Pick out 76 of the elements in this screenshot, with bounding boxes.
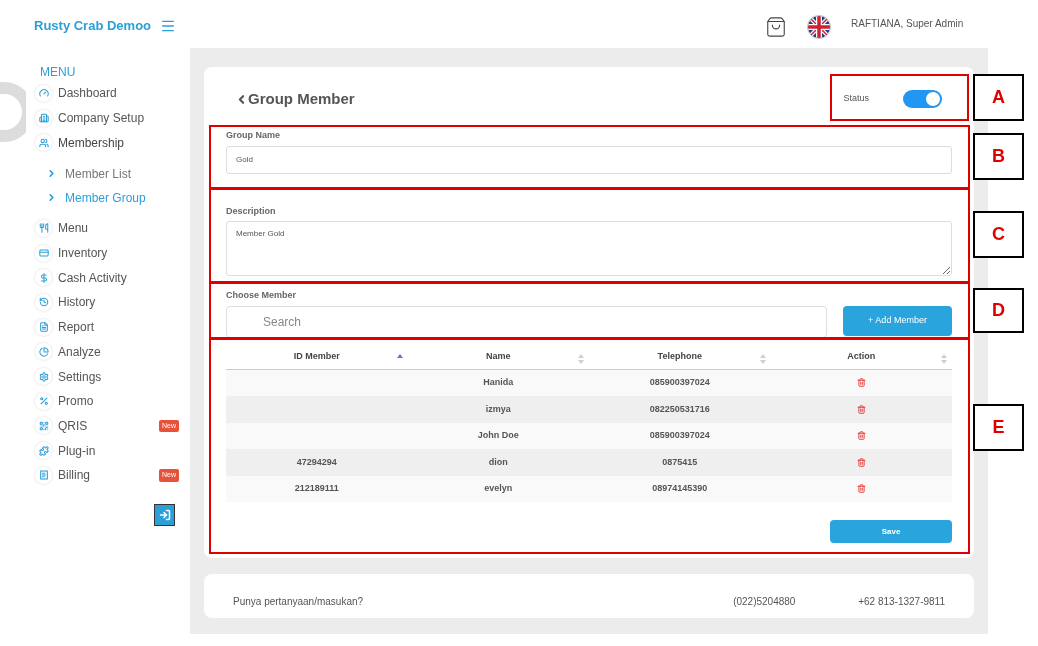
column-header[interactable]: Name: [486, 351, 511, 361]
menu-icon[interactable]: [160, 18, 176, 34]
table-cell: 085900397024: [589, 422, 771, 449]
dollar-icon: [38, 272, 49, 283]
column-header[interactable]: Telephone: [657, 351, 702, 361]
group-name-label: Group Name: [226, 129, 281, 142]
column-header[interactable]: ID Member: [293, 351, 340, 361]
table-cell: evelyn: [407, 475, 589, 502]
table-cell: 085900397024: [589, 369, 771, 396]
table-cell: 0875415: [589, 449, 771, 476]
shopping-bag-icon[interactable]: [765, 16, 787, 38]
phone-number: (022)5204880: [733, 595, 797, 609]
sidebar-item[interactable]: Plug-in: [35, 438, 179, 463]
table-cell: 47294294: [226, 449, 408, 476]
table-cell: Hanida: [407, 369, 589, 396]
sidebar-item[interactable]: Cash Activity: [35, 265, 179, 291]
search-field[interactable]: Search: [226, 305, 827, 338]
status-toggle[interactable]: [903, 90, 942, 108]
delete-icon[interactable]: [856, 457, 866, 467]
sidebar-item[interactable]: Settings: [35, 364, 179, 389]
chevron-icon: [46, 192, 57, 204]
submenu-item[interactable]: Member List: [46, 163, 179, 185]
description-label: Description: [226, 204, 277, 218]
status-label: Status: [843, 92, 869, 106]
utensils-icon: [38, 223, 49, 234]
logout-button[interactable]: [154, 503, 175, 526]
sidebar-item[interactable]: Menu: [35, 216, 179, 241]
table-cell: John Doe: [407, 422, 589, 449]
column-header[interactable]: Action: [847, 351, 876, 361]
choose-member-label: Choose Member: [226, 289, 297, 302]
document-icon: [38, 322, 49, 333]
delete-icon[interactable]: [856, 404, 866, 414]
brand-name: Rusty Crab Demoo: [34, 17, 152, 36]
annotation-label: B: [973, 133, 1024, 180]
settings-icon: [38, 371, 49, 382]
sidebar-item[interactable]: Analyze: [35, 339, 179, 365]
annotation-label: E: [973, 404, 1024, 451]
table-cell: 08974145390: [589, 475, 771, 502]
back-link[interactable]: Group Member: [235, 87, 355, 111]
menu-heading: MENU: [39, 64, 77, 81]
partial-ring-drawing: [0, 80, 26, 144]
delete-icon[interactable]: [856, 431, 866, 441]
history-icon: [38, 297, 49, 308]
users-icon: [38, 137, 49, 148]
receipt-icon: [38, 470, 49, 481]
user-name: RAFTIANA, Super Admin: [851, 17, 964, 31]
flag-icon[interactable]: [807, 15, 831, 39]
feedback-question: Punya pertanyaan/masukan?: [233, 595, 365, 609]
description-field[interactable]: Member Gold: [226, 221, 952, 276]
sidebar-item[interactable]: Company Setup: [35, 105, 179, 131]
qr-code-icon: [38, 420, 49, 431]
table-cell: dion: [407, 449, 589, 476]
mobile-number: +62 813-1327-9811: [858, 595, 945, 609]
sidebar-item[interactable]: History: [35, 290, 179, 315]
sidebar-item[interactable]: Dashboard: [35, 81, 179, 106]
gauge-icon: [38, 88, 49, 99]
annotation-label: C: [973, 211, 1024, 258]
table-cell: 082250531716: [589, 396, 771, 423]
annotation-label: A: [973, 74, 1024, 121]
building-icon: [38, 113, 49, 124]
delete-icon[interactable]: [856, 378, 866, 388]
percent-icon: [38, 396, 49, 407]
table-cell: 212189111: [226, 475, 408, 502]
pie-chart-icon: [38, 346, 49, 357]
puzzle-icon: [38, 445, 49, 456]
sidebar-item[interactable]: Inventory: [35, 240, 179, 266]
chevron-icon: [46, 168, 57, 180]
table-cell: izmya: [407, 396, 589, 423]
annotation-label: D: [973, 288, 1024, 333]
sidebar-item[interactable]: Promo: [35, 388, 179, 414]
delete-icon[interactable]: [856, 484, 866, 494]
sign-in-arrow-icon: [158, 508, 171, 521]
card-icon: [38, 248, 49, 259]
sidebar-item[interactable]: Report: [35, 314, 179, 340]
group-name-field[interactable]: Gold: [226, 145, 952, 174]
sidebar-item[interactable]: Membership: [35, 130, 179, 156]
